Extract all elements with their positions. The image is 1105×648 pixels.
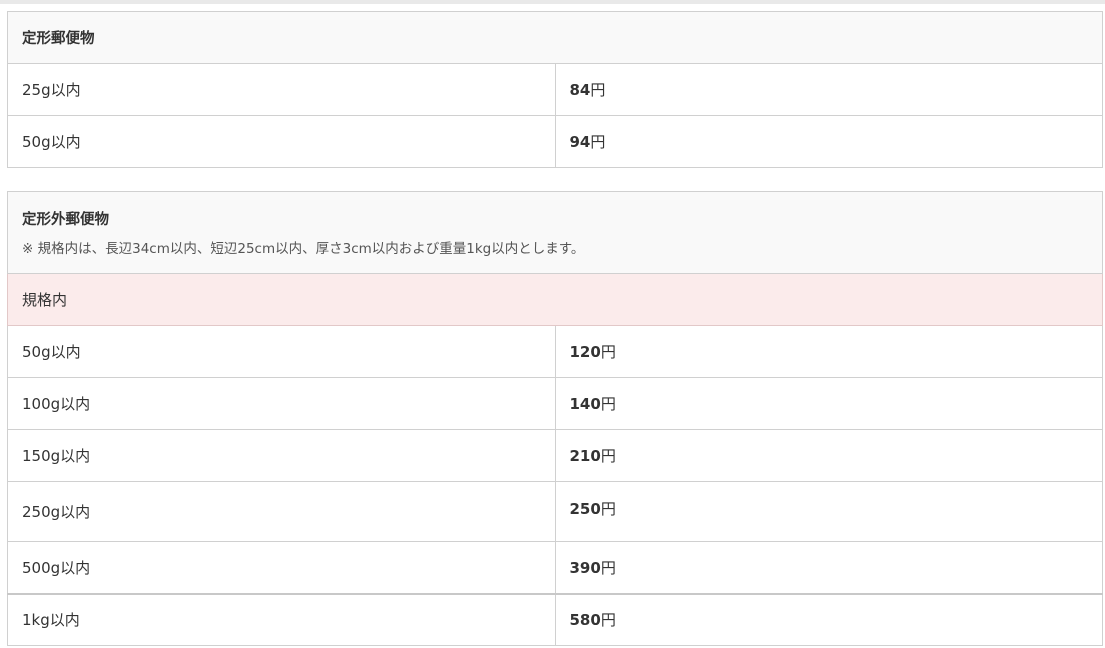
price-cell: 250円	[554, 481, 1103, 542]
price-unit: 円	[600, 611, 616, 630]
weight-cell: 1kg以内	[7, 592, 556, 646]
weight-cell: 500g以内	[7, 541, 556, 594]
nonstandard-mail-rate-table: 定形外郵便物 ※ 規格内は、長辺34cm以内、短辺25cm以内、厚さ3cm以内お…	[7, 191, 1103, 646]
price-unit: 円	[590, 133, 606, 151]
size-limit-note: ※ 規格内は、長辺34cm以内、短辺25cm以内、厚さ3cm以内および重量1kg…	[22, 241, 585, 257]
weight-cell: 250g以内	[7, 481, 556, 542]
price-unit: 円	[600, 500, 616, 518]
price-cell: 580円	[554, 592, 1103, 646]
table-row: 1kg以内 580円	[7, 592, 1103, 646]
price-unit: 円	[600, 447, 616, 465]
section-header: 定形外郵便物 ※ 規格内は、長辺34cm以内、短辺25cm以内、厚さ3cm以内お…	[7, 191, 1103, 274]
table-row: 250g以内 250円	[7, 481, 1103, 542]
price-cell: 140円	[554, 377, 1103, 430]
price-value: 84	[569, 81, 591, 99]
table-row: 25g以内 84円	[7, 63, 1103, 116]
price-unit: 円	[590, 81, 606, 99]
section-header-row: 定形郵便物	[7, 11, 1103, 64]
table-row: 150g以内 210円	[7, 429, 1103, 482]
section-header: 定形郵便物	[7, 11, 1103, 64]
table-row: 50g以内 94円	[7, 115, 1103, 168]
top-divider	[0, 0, 1105, 4]
price-cell: 390円	[554, 541, 1103, 594]
price-value: 210	[569, 447, 601, 465]
section-title: 定形郵便物	[22, 31, 95, 47]
price-cell: 84円	[554, 63, 1103, 116]
weight-cell: 50g以内	[7, 325, 556, 378]
price-value: 94	[569, 133, 591, 151]
table-row: 100g以内 140円	[7, 377, 1103, 430]
weight-cell: 100g以内	[7, 377, 556, 430]
price-value: 120	[569, 343, 601, 361]
price-unit: 円	[600, 558, 616, 577]
price-value: 390	[569, 558, 601, 577]
price-unit: 円	[600, 343, 616, 361]
standard-mail-rate-table: 定形郵便物 25g以内 84円 50g以内 94円	[7, 11, 1103, 168]
section-header-row: 定形外郵便物 ※ 規格内は、長辺34cm以内、短辺25cm以内、厚さ3cm以内お…	[7, 191, 1103, 274]
price-value: 580	[569, 611, 601, 630]
weight-cell: 50g以内	[7, 115, 556, 168]
weight-cell: 150g以内	[7, 429, 556, 482]
subheader-row: 規格内	[7, 273, 1103, 326]
price-value: 140	[569, 395, 601, 413]
price-unit: 円	[600, 395, 616, 413]
section-title: 定形外郵便物	[22, 212, 109, 228]
price-cell: 210円	[554, 429, 1103, 482]
within-standard-subheader: 規格内	[7, 273, 1103, 326]
weight-cell: 25g以内	[7, 63, 556, 116]
price-cell: 94円	[554, 115, 1103, 168]
price-cell: 120円	[554, 325, 1103, 378]
table-row: 500g以内 390円	[7, 541, 1103, 594]
table-row: 50g以内 120円	[7, 325, 1103, 378]
price-value: 250	[569, 500, 601, 518]
